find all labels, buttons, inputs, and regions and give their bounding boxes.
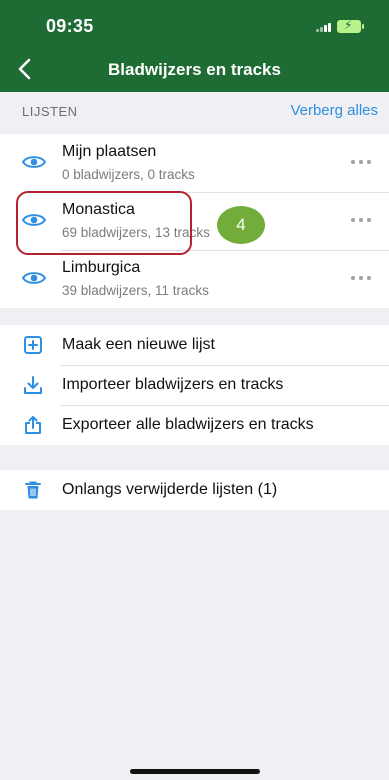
more-icon[interactable] <box>351 218 373 222</box>
create-list-row[interactable]: Maak een nieuwe lijst <box>0 325 389 365</box>
eye-icon[interactable] <box>22 154 46 170</box>
page-title: Bladwijzers en tracks <box>108 60 281 79</box>
actions-group: Maak een nieuwe lijst Importeer bladwijz… <box>0 325 389 445</box>
status-time: 09:35 <box>46 16 94 36</box>
list-subtitle: 39 bladwijzers, 11 tracks <box>62 283 209 298</box>
download-icon <box>24 376 42 394</box>
trash-group: Onlangs verwijderde lijsten (1) <box>0 470 389 510</box>
home-indicator[interactable] <box>130 769 260 774</box>
app-header: 09:35 ⚡ Bladwijzers en tracks <box>0 0 389 92</box>
eye-icon[interactable] <box>22 270 46 286</box>
step-badge: 4 <box>217 206 265 244</box>
more-icon[interactable] <box>351 276 373 280</box>
share-icon <box>25 416 41 434</box>
create-list-label: Maak een nieuwe lijst <box>62 336 215 353</box>
export-row[interactable]: Exporteer alle bladwijzers en tracks <box>0 405 389 445</box>
import-row[interactable]: Importeer bladwijzers en tracks <box>0 365 389 405</box>
list-item[interactable]: Limburgica 39 bladwijzers, 11 tracks <box>0 250 389 308</box>
list-title: Mijn plaatsen <box>62 143 157 160</box>
export-label: Exporteer alle bladwijzers en tracks <box>62 416 314 433</box>
lists-section-title: LIJSTEN <box>22 104 78 119</box>
recently-deleted-label: Onlangs verwijderde lijsten (1) <box>62 481 278 498</box>
recently-deleted-row[interactable]: Onlangs verwijderde lijsten (1) <box>0 470 389 510</box>
add-square-icon <box>24 336 42 354</box>
more-icon[interactable] <box>351 160 373 164</box>
signal-icon <box>316 22 332 32</box>
list-item[interactable]: Mijn plaatsen 0 bladwijzers, 0 tracks <box>0 134 389 192</box>
list-subtitle: 0 bladwijzers, 0 tracks <box>62 167 195 182</box>
list-title: Limburgica <box>62 259 141 276</box>
lists-section-header: LIJSTEN Verberg alles <box>0 92 389 134</box>
trash-icon <box>25 481 41 499</box>
hide-all-button[interactable]: Verberg alles <box>290 102 378 119</box>
import-label: Importeer bladwijzers en tracks <box>62 376 284 393</box>
highlight-annotation <box>16 191 192 255</box>
battery-icon: ⚡ <box>337 18 364 33</box>
